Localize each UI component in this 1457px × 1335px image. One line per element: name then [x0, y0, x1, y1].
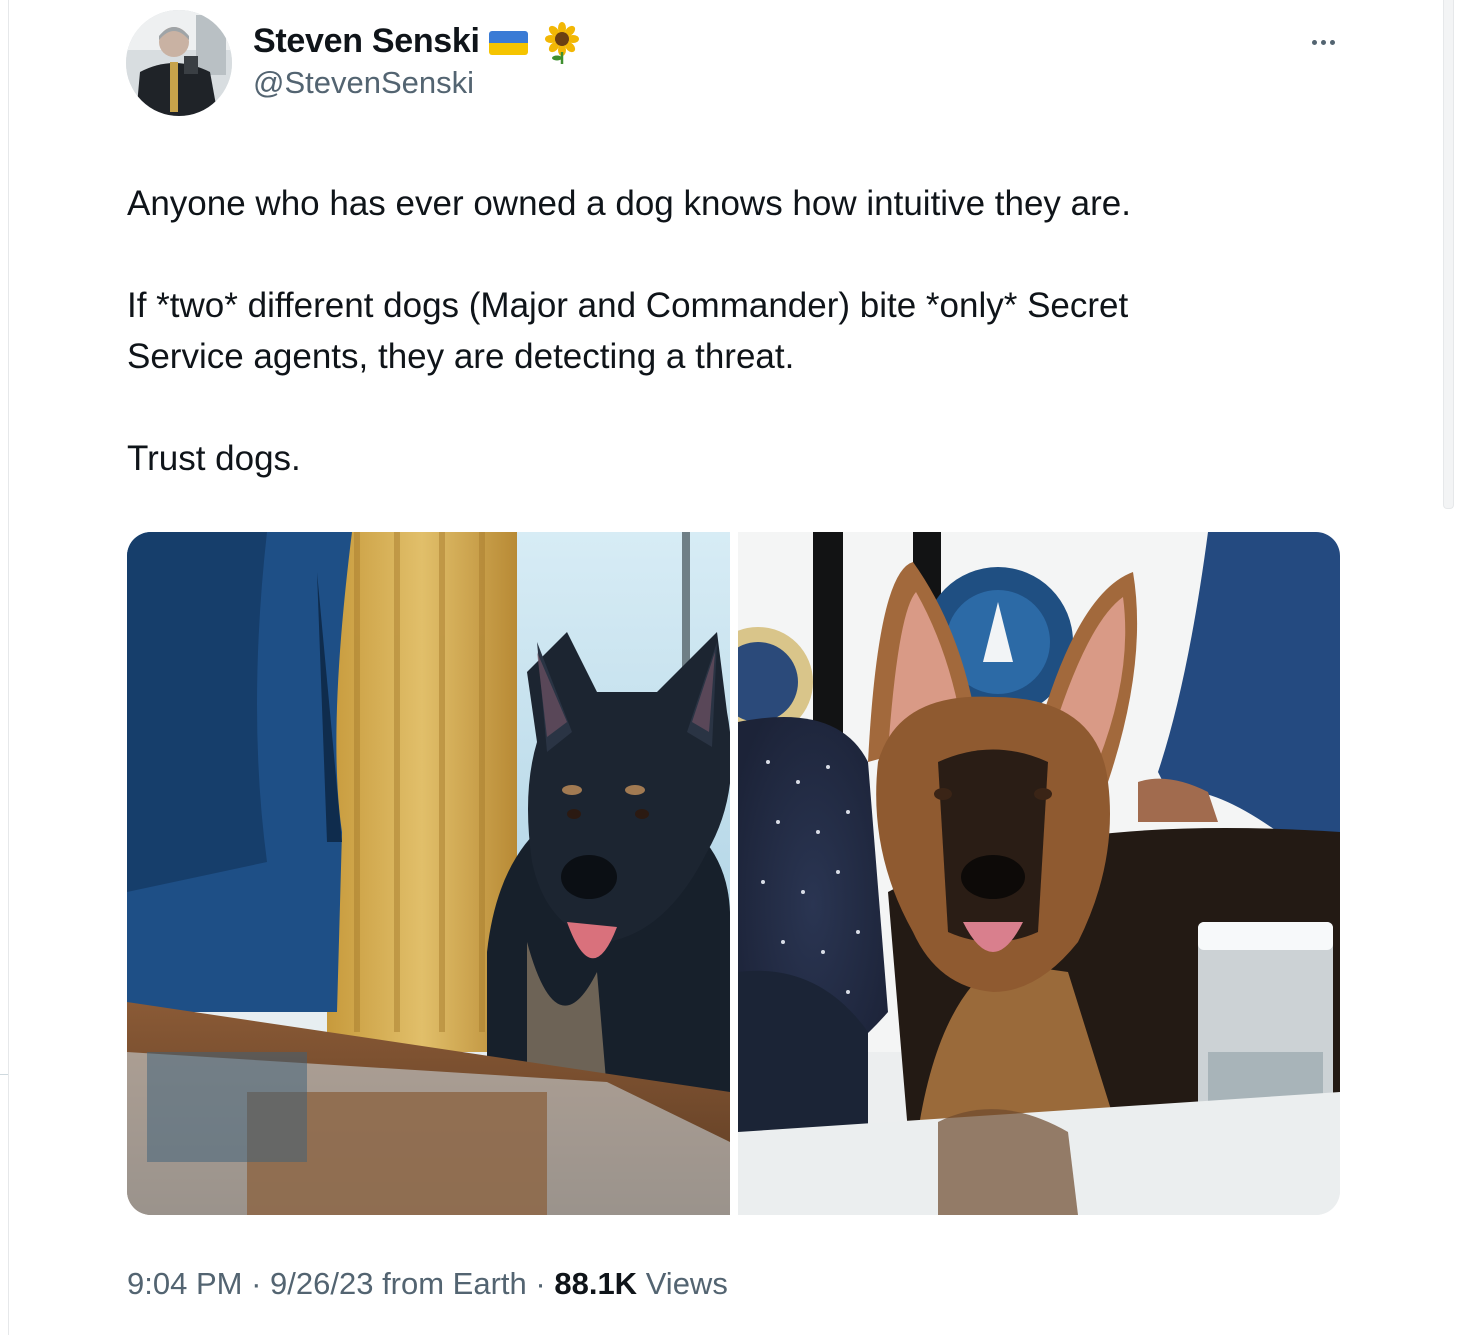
user-handle[interactable]: @StevenSenski	[253, 65, 474, 101]
meta-separator: ·	[242, 1266, 271, 1301]
tweet-meta: 9:04 PM · 9/26/23 from Earth · 88.1K Vie…	[127, 1266, 728, 1302]
tweet-date: 9/26/23	[270, 1266, 374, 1301]
views-count: 88.1K	[554, 1266, 638, 1301]
scrollbar[interactable]	[1443, 0, 1454, 509]
tweet-text-line: Trust dogs.	[127, 439, 301, 478]
tweet-timestamp[interactable]: 9:04 PM · 9/26/23	[127, 1266, 373, 1301]
sunflower-icon	[545, 22, 579, 64]
tweet-text: Anyone who has ever owned a dog knows ho…	[127, 178, 1327, 484]
more-horizontal-icon	[1311, 39, 1317, 45]
meta-separator: ·	[526, 1266, 555, 1301]
tweet-text-line: If *two* different dogs (Major and Comma…	[127, 286, 1129, 325]
tweet-photo-commander[interactable]	[738, 532, 1340, 1215]
tweet-text-line: Service agents, they are detecting a thr…	[127, 337, 795, 376]
tweet-source: from Earth	[373, 1266, 527, 1301]
tweet-media-grid	[127, 532, 1340, 1215]
ukraine-flag-icon	[489, 31, 528, 55]
timeline-divider-tick	[0, 1074, 8, 1075]
display-name[interactable]: Steven Senski	[253, 22, 480, 61]
more-dot	[1329, 39, 1335, 45]
tweet-text-line: Anyone who has ever owned a dog knows ho…	[127, 184, 1131, 223]
views-label: Views	[637, 1266, 728, 1301]
avatar[interactable]	[126, 10, 232, 116]
more-options-button[interactable]	[1303, 30, 1343, 54]
timeline-border	[8, 0, 9, 1335]
tweet-photo-major[interactable]	[127, 532, 730, 1215]
tweet-time: 9:04 PM	[127, 1266, 243, 1301]
more-dot	[1320, 39, 1326, 45]
